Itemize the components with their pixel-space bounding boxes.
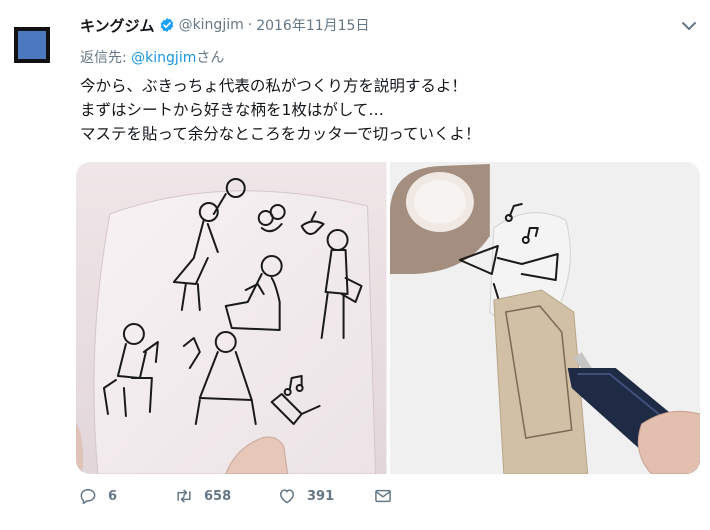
reply-to-suffix: さん [196, 50, 225, 66]
heart-icon [280, 489, 294, 504]
media-grid [76, 162, 700, 474]
tweet-line: 今から、ぶきっちょ代表の私がつくり方を説明するよ！ [80, 77, 467, 95]
retweet-button[interactable]: 658 [174, 486, 277, 506]
tweet-line: マステを貼って余分なところをカッターで切っていくよ！ [80, 125, 481, 143]
retweet-icon [177, 489, 191, 503]
avatar[interactable] [14, 27, 50, 63]
display-name[interactable]: キングジム [80, 15, 155, 36]
tweet-date[interactable]: 2016年11月15日 [256, 15, 369, 35]
reply-to-label: 返信先: [80, 50, 132, 66]
reply-to-mention[interactable]: @kingjim [131, 50, 196, 66]
separator-dot: · [247, 17, 253, 33]
tweet-text: 今から、ぶきっちょ代表の私がつくり方を説明するよ！ まずはシートから好きな柄を1… [80, 74, 700, 146]
reply-count: 6 [108, 488, 118, 504]
tweet-header: キングジム @kingjim · 2016年11月15日 [80, 14, 369, 36]
tweet-line: まずはシートから好きな柄を1枚はがして… [80, 101, 384, 119]
tweet-actions: 6 658 391 [78, 486, 403, 506]
reply-button[interactable]: 6 [78, 486, 174, 506]
reply-icon [80, 489, 96, 505]
like-count: 391 [307, 488, 335, 504]
direct-message-button[interactable] [373, 486, 403, 506]
user-handle[interactable]: @kingjim [179, 17, 244, 33]
photo-masking-tape-cutter[interactable] [389, 162, 700, 474]
chevron-down-icon[interactable] [680, 18, 698, 32]
verified-badge-icon [159, 17, 175, 33]
retweet-count: 658 [204, 488, 232, 504]
like-button[interactable]: 391 [277, 486, 373, 506]
reply-to-line: 返信先: @kingjimさん [80, 47, 224, 67]
direct-message-icon [375, 489, 391, 503]
photo-sticker-sheet[interactable] [76, 162, 387, 474]
